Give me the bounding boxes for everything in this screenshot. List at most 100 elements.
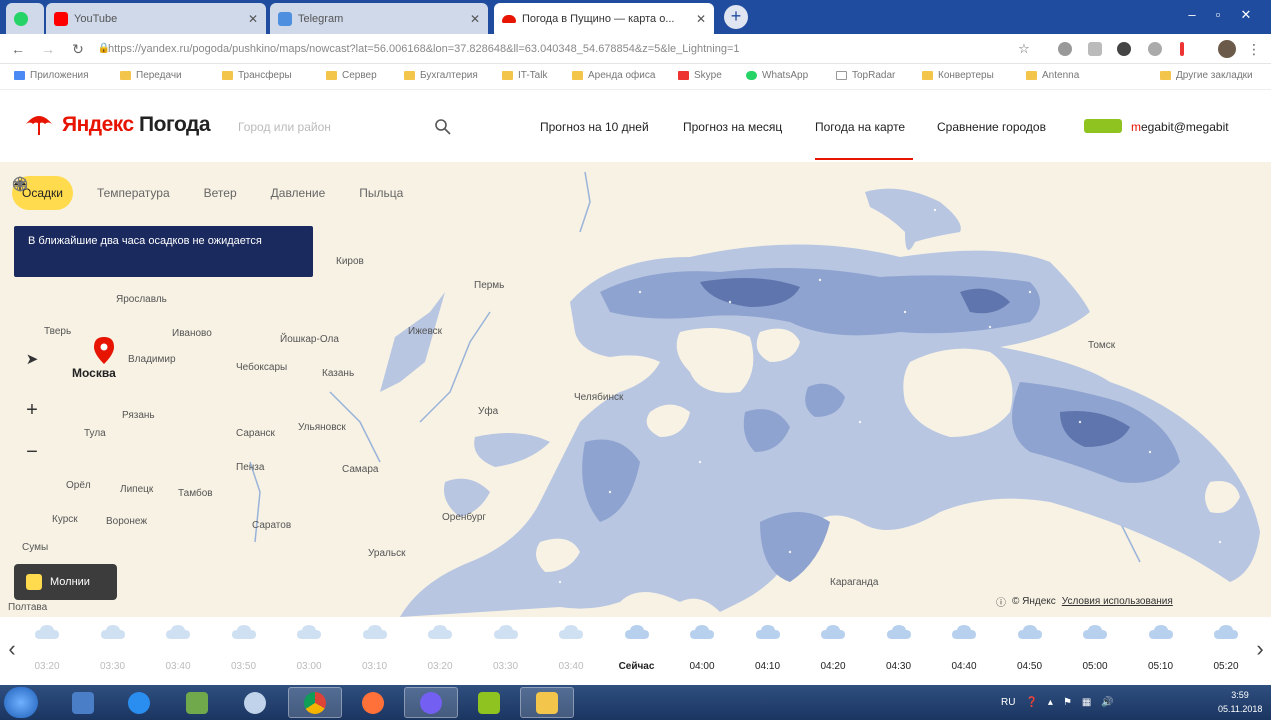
avatar[interactable] <box>1218 40 1236 58</box>
extension-icon[interactable] <box>1088 42 1102 56</box>
extension-icon[interactable] <box>1148 42 1162 56</box>
timeline-step[interactable]: 04:10 <box>743 623 793 672</box>
timeline-step[interactable]: 03:30 <box>88 623 138 672</box>
bookmark-label: Аренда офиса <box>588 70 656 81</box>
info-icon[interactable]: ⓘ <box>996 594 1006 609</box>
flag-icon[interactable]: ⚑ <box>1063 697 1072 708</box>
language-indicator[interactable]: RU <box>1001 697 1015 708</box>
bookmark-item[interactable]: Бухгалтерия <box>404 70 478 81</box>
taskbar-app[interactable] <box>346 687 400 718</box>
taskbar-app[interactable] <box>56 687 110 718</box>
layer-tab-wind[interactable]: Ветер <box>13 176 247 210</box>
taskbar-app-viber[interactable] <box>404 687 458 718</box>
bookmark-item[interactable]: Сервер <box>326 70 377 81</box>
taskbar-app[interactable] <box>112 687 166 718</box>
layer-tab-temperature[interactable]: Температура <box>17 176 180 210</box>
taskbar-app[interactable] <box>228 687 282 718</box>
tray-arrow-icon[interactable]: ▴ <box>1048 697 1053 708</box>
timeline-step[interactable]: 03:50 <box>219 623 269 672</box>
bookmark-item[interactable]: TopRadar <box>836 70 895 81</box>
nav-10-days[interactable]: Прогноз на 10 дней <box>540 120 649 134</box>
volume-icon[interactable]: 🔊 <box>1101 697 1113 708</box>
back-arrow-icon[interactable]: ← <box>8 39 28 59</box>
user-login[interactable]: megabit@megabit <box>1131 120 1229 134</box>
taskbar-app[interactable] <box>462 687 516 718</box>
nav-month[interactable]: Прогноз на месяц <box>683 120 782 134</box>
timeline-step[interactable]: 03:40 <box>153 623 203 672</box>
bookmark-apps[interactable]: Приложения <box>14 70 89 81</box>
timeline-step[interactable]: 04:20 <box>808 623 858 672</box>
nav-compare-cities[interactable]: Сравнение городов <box>937 120 1046 134</box>
timeline-step[interactable]: 05:00 <box>1070 623 1120 672</box>
bookmark-item[interactable]: Аренда офиса <box>572 70 655 81</box>
timeline-step[interactable]: 04:50 <box>1005 623 1055 672</box>
bookmark-item[interactable]: WhatsApp <box>746 70 808 81</box>
map-layer-tabs: Осадки Температура Ветер Давление Пыльца <box>12 176 413 210</box>
timeline-step[interactable]: 03:40 <box>546 623 596 672</box>
new-tab-button[interactable]: + <box>724 5 748 29</box>
taskbar-app-explorer[interactable] <box>520 687 574 718</box>
taskbar-app-chrome[interactable] <box>288 687 342 718</box>
bookmark-item[interactable]: Skype <box>678 70 722 81</box>
bookmark-item[interactable]: Antenna <box>1026 70 1079 81</box>
timeline-step[interactable]: Сейчас <box>612 623 662 672</box>
extension-icon[interactable] <box>1180 42 1184 56</box>
close-tab-icon[interactable]: ✕ <box>248 12 258 26</box>
help-icon[interactable]: ❓ <box>1025 697 1037 708</box>
timeline-step[interactable]: 03:30 <box>481 623 531 672</box>
zoom-in-button[interactable]: + <box>16 394 48 426</box>
yandex-weather-logo[interactable]: Яндекс Погода <box>24 112 210 138</box>
maximize-icon[interactable]: ▫ <box>1206 4 1230 26</box>
terms-link[interactable]: Условия использования <box>1062 596 1173 607</box>
minimize-icon[interactable]: – <box>1180 4 1204 26</box>
timeline-step[interactable]: 03:20 <box>415 623 465 672</box>
location-pin-icon[interactable] <box>94 337 114 364</box>
close-tab-icon[interactable]: ✕ <box>696 12 706 26</box>
timeline-prev-icon[interactable]: ‹ <box>2 635 22 663</box>
timeline-time: 03:50 <box>230 661 257 672</box>
tab-telegram[interactable]: Telegram ✕ <box>270 3 488 34</box>
precipitation-map[interactable]: Осадки Температура Ветер Давление Пыльца… <box>0 162 1271 617</box>
zoom-out-button[interactable]: − <box>16 436 48 468</box>
timeline-step[interactable]: 03:10 <box>350 623 400 672</box>
star-bookmark-icon[interactable]: ☆ <box>1014 39 1034 59</box>
timeline-step[interactable]: 03:00 <box>284 623 334 672</box>
tab-youtube[interactable]: YouTube ✕ <box>46 3 266 34</box>
timeline-step[interactable]: 05:20 <box>1201 623 1251 672</box>
nav-weather-map[interactable]: Погода на карте <box>815 120 905 134</box>
taskbar-app[interactable] <box>170 687 224 718</box>
timeline-next-icon[interactable]: › <box>1250 635 1270 663</box>
tab-whatsapp[interactable] <box>6 3 44 34</box>
bookmark-other[interactable]: Другие закладки <box>1160 70 1253 81</box>
bookmark-item[interactable]: Трансферы <box>222 70 292 81</box>
tab-yandex-weather[interactable]: Погода в Пущино — карта о... ✕ <box>494 3 714 34</box>
geolocation-arrow-icon[interactable]: ➤ <box>16 344 48 376</box>
bookmarks-bar: Приложения Передачи Трансферы Сервер Бух… <box>0 64 1271 90</box>
timeline-time: 04:10 <box>754 661 781 672</box>
city-search-input[interactable]: Город или район <box>230 114 460 140</box>
reload-icon[interactable]: ↻ <box>68 39 88 59</box>
search-icon[interactable] <box>434 118 452 136</box>
layer-tab-pressure[interactable]: Давление <box>12 176 336 210</box>
close-window-icon[interactable]: ✕ <box>1234 4 1258 26</box>
forward-arrow-icon[interactable]: → <box>38 39 58 59</box>
timeline-step[interactable]: 04:30 <box>874 623 924 672</box>
extension-icon[interactable] <box>1058 42 1072 56</box>
extension-icon[interactable] <box>1117 42 1131 56</box>
timeline-step[interactable]: 04:00 <box>677 623 727 672</box>
timeline-step[interactable]: 04:40 <box>939 623 989 672</box>
timeline-step[interactable]: 05:10 <box>1136 623 1186 672</box>
network-icon[interactable]: ▦ <box>1082 697 1091 708</box>
whatsapp-icon <box>746 71 757 80</box>
bookmark-item[interactable]: Конвертеры <box>922 70 994 81</box>
bookmark-item[interactable]: IT-Talk <box>502 70 547 81</box>
taskbar-clock[interactable]: 3:59 05.11.2018 <box>1218 688 1262 716</box>
lightning-toggle[interactable]: Молнии <box>14 564 117 600</box>
close-tab-icon[interactable]: ✕ <box>470 12 480 26</box>
layer-tab-pollen[interactable]: Пыльца <box>14 176 413 210</box>
bookmark-item[interactable]: Передачи <box>120 70 182 81</box>
menu-dots-icon[interactable]: ⋮ <box>1244 39 1264 59</box>
start-button[interactable] <box>4 687 38 718</box>
timeline-step[interactable]: 03:20 <box>22 623 72 672</box>
address-bar[interactable]: https://yandex.ru/pogoda/pushkino/maps/n… <box>108 39 998 59</box>
